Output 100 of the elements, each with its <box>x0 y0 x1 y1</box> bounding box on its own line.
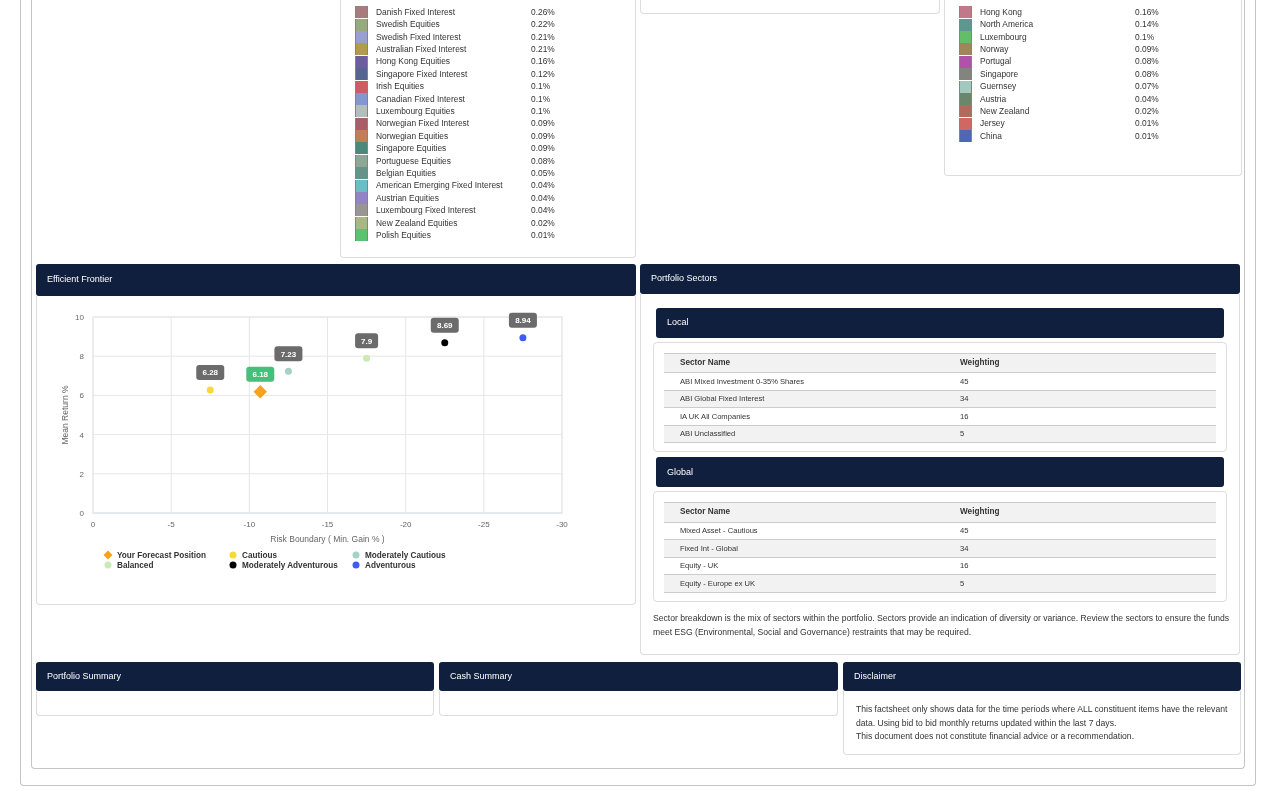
legend-label: Luxembourg Fixed Interest <box>376 204 477 217</box>
data-label: 6.18 <box>246 366 275 382</box>
panel-header: Portfolio Summary <box>36 662 434 691</box>
legend-label: Austrian Equities <box>376 191 440 205</box>
legend-label: Moderately Adventurous <box>242 561 338 570</box>
legend-value: 0.14% <box>1135 18 1159 31</box>
axis-tick-label: -15 <box>321 520 334 529</box>
axis-tick-label: 0 <box>79 509 84 518</box>
legend-label: Hong Kong Equities <box>376 55 452 69</box>
legend-value: 0.1% <box>531 92 551 106</box>
axis-tick-label: -5 <box>167 520 175 529</box>
column-header: Weighting <box>944 353 1216 373</box>
data-label: 8.94 <box>508 312 537 328</box>
legend-value: 0.07% <box>1135 80 1159 93</box>
legend-label: New Zealand <box>980 105 1031 118</box>
legend-value: 0.21% <box>531 43 555 56</box>
legend-value: 0.05% <box>531 166 555 180</box>
legend-value: 0.02% <box>531 216 555 230</box>
axis-tick-label: -10 <box>243 520 256 529</box>
legend-label: Luxembourg <box>980 30 1028 44</box>
legend-value: 0.04% <box>1135 92 1159 106</box>
data-label: 6.28 <box>202 368 219 378</box>
legend-value: 0.09% <box>531 129 555 143</box>
data-label: 6.28 <box>196 364 225 380</box>
axis-tick-label: -20 <box>399 520 412 529</box>
data-label: 6.18 <box>252 370 269 380</box>
legend-label: Balanced <box>117 561 154 570</box>
panel-header: Efficient Frontier <box>36 264 636 296</box>
description-text: Sector breakdown is the mix of sectors within the portfolio. Sectors provide an indication of diversity or variance. Review the sectors to ensure the funds meet ESG (Environmental, Social and Governance) restraints that may be required. <box>653 611 1231 639</box>
legend-label: Jersey <box>980 117 1006 130</box>
legend-label: Norwegian Equities <box>376 129 450 143</box>
legend-value: 0.08% <box>1135 67 1159 81</box>
panel-header: Portfolio Sectors <box>640 264 1240 294</box>
legend-value: 0.02% <box>1135 105 1159 118</box>
legend-label: Canadian Fixed Interest <box>376 92 466 106</box>
legend-value: 0.1% <box>531 80 551 93</box>
legend-label: Adventurous <box>365 561 416 570</box>
section-header: Global <box>656 457 1224 488</box>
axis-title: Mean Return % <box>60 385 70 445</box>
legend-value: 0.04% <box>531 179 555 192</box>
legend-label: Irish Equities <box>376 80 425 93</box>
column-header: Weighting <box>944 502 1216 523</box>
legend-value: 0.09% <box>1135 43 1159 56</box>
data-label: 7.9 <box>361 336 373 346</box>
legend-value: 0.09% <box>531 117 555 130</box>
legend-value: 0.09% <box>531 142 555 155</box>
legend-value: 0.16% <box>1135 5 1159 19</box>
column-header: Sector Name <box>664 502 944 523</box>
data-label: 7.23 <box>274 346 303 362</box>
legend-value: 0.26% <box>531 5 555 19</box>
legend-label: Portuguese Equities <box>376 154 452 168</box>
legend-label: Hong Kong <box>980 5 1023 19</box>
section-header: Local <box>656 308 1224 338</box>
disclaimer-text: This document does not constitute financial advice or a recommendation. <box>856 730 1136 743</box>
legend-label: Norway <box>980 43 1010 56</box>
legend-value: 0.1% <box>531 105 551 118</box>
legend-value: 0.12% <box>531 67 555 81</box>
legend-label: Swedish Equities <box>376 18 441 31</box>
legend-value: 0.21% <box>531 30 555 44</box>
legend-label: Danish Fixed Interest <box>376 5 457 19</box>
axis-title: Risk Boundary ( Min. Gain % ) <box>270 534 385 544</box>
axis-tick-label: 8 <box>79 352 84 362</box>
legend-value: 0.01% <box>531 228 555 242</box>
legend-label: Australian Fixed Interest <box>376 43 468 56</box>
legend-label: China <box>980 129 1003 143</box>
legend-value: 0.16% <box>531 55 555 69</box>
axis-tick-label: 4 <box>79 430 84 440</box>
legend-label: Austria <box>980 92 1008 106</box>
legend-label: Polish Equities <box>376 228 432 242</box>
legend-label: Swedish Fixed Interest <box>376 30 462 44</box>
legend-value: 0.01% <box>1135 129 1159 143</box>
axis-tick-label: -30 <box>556 520 568 529</box>
legend-label: Norwegian Fixed Interest <box>376 117 471 130</box>
axis-tick-label: 0 <box>90 520 96 529</box>
legend-label: New Zealand Equities <box>376 216 459 230</box>
legend-label: Singapore Fixed Interest <box>376 67 469 81</box>
axis-tick-label: 2 <box>79 469 84 479</box>
legend-value: 0.1% <box>1135 30 1155 44</box>
legend-label: Guernsey <box>980 80 1018 93</box>
panel-header: Disclaimer <box>843 662 1241 691</box>
legend-label: Singapore Equities <box>376 142 448 155</box>
disclaimer-text: This factsheet only shows data for the time periods where ALL constituent items have the relevant data. Using bid to bid monthly returns updated within the last 7 days. <box>856 703 1228 730</box>
legend-label: Portugal <box>980 55 1013 69</box>
panel-header: Cash Summary <box>439 662 838 691</box>
axis-tick-label: -25 <box>478 520 490 529</box>
legend-value: 0.04% <box>531 204 555 217</box>
legend-label: Moderately Cautious <box>365 551 446 560</box>
legend-value: 0.01% <box>1135 117 1159 130</box>
data-label: 8.69 <box>436 321 454 331</box>
legend-value: 0.08% <box>531 154 555 168</box>
axis-tick-label: 6 <box>79 391 84 401</box>
axis-tick-label: 10 <box>75 313 84 322</box>
legend-value: 0.22% <box>531 18 555 31</box>
legend-label: Luxembourg Equities <box>376 105 456 118</box>
column-header: Sector Name <box>664 353 944 373</box>
data-label: 8.94 <box>515 316 532 326</box>
data-label: 7.23 <box>280 349 297 359</box>
legend-value: 0.04% <box>531 191 555 205</box>
legend-label: Singapore <box>980 67 1020 81</box>
legend-label: American Emerging Fixed Interest <box>376 179 504 192</box>
